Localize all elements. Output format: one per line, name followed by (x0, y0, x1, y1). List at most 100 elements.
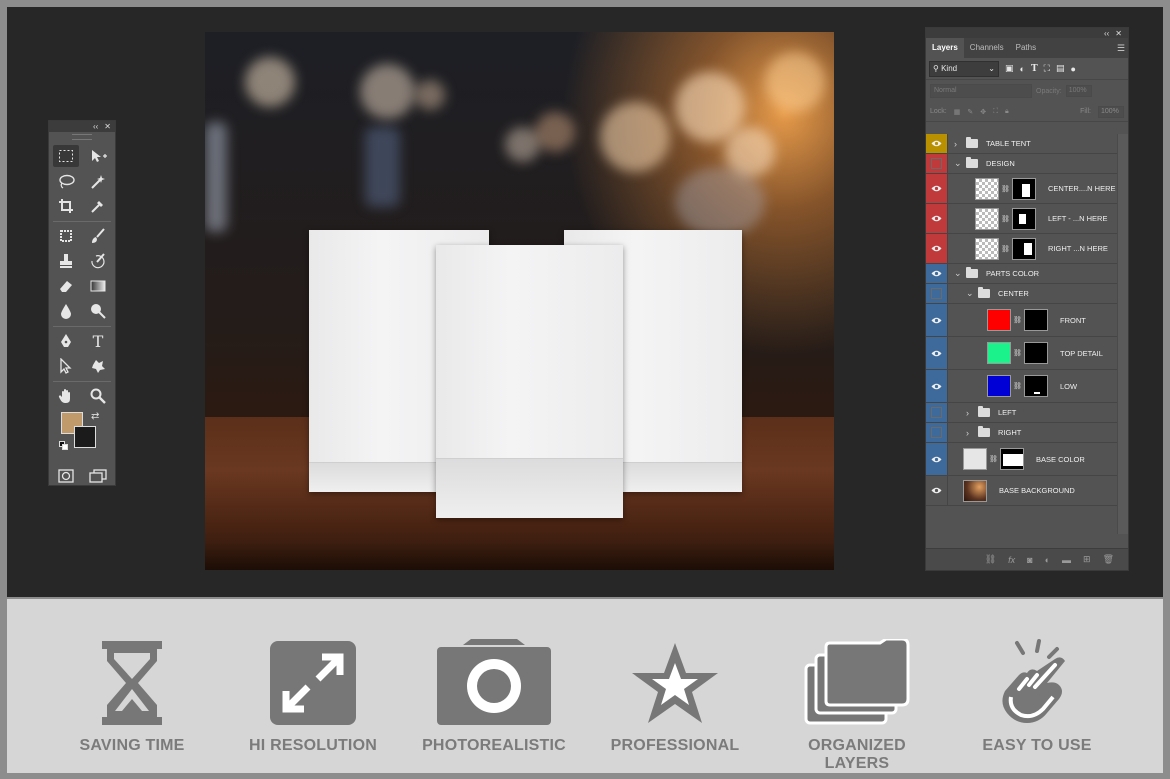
filter-pixel-icon[interactable]: ▣ (1005, 63, 1014, 74)
layer-mask-thumbnail[interactable] (1012, 177, 1036, 200)
background-color-swatch[interactable] (74, 426, 96, 448)
layer-row[interactable]: ⌄ PARTS COLOR (926, 264, 1118, 284)
chevron-right-icon[interactable]: › (954, 139, 964, 149)
dodge-tool-icon[interactable] (85, 300, 111, 322)
filter-kind-select[interactable]: ⚲ Kind ⌄ (929, 60, 999, 77)
visibility-toggle[interactable] (926, 423, 947, 442)
blend-mode-select[interactable]: Normal (930, 84, 1032, 98)
new-layer-icon[interactable]: ⊞ (1083, 554, 1091, 565)
gradient-tool-icon[interactable] (85, 275, 111, 297)
link-icon[interactable]: ⛓ (1001, 245, 1010, 253)
document-canvas[interactable] (205, 32, 834, 570)
link-icon[interactable]: ⛓ (989, 455, 998, 463)
chevron-down-icon[interactable]: ⌄ (954, 158, 964, 169)
filter-smart-object-icon[interactable]: ▤ (1056, 63, 1065, 74)
close-icon[interactable]: ✕ (104, 122, 111, 131)
history-brush-tool-icon[interactable] (85, 250, 111, 272)
magic-wand-tool-icon[interactable] (85, 170, 111, 192)
layer-mask-thumbnail[interactable] (1012, 207, 1036, 230)
eye-icon[interactable] (926, 476, 947, 505)
layer-row[interactable]: BASE BACKGROUND (926, 476, 1118, 506)
delete-layer-icon[interactable]: 🗑︎ (1103, 554, 1114, 565)
lock-transparent-icon[interactable]: ▦ (954, 108, 961, 116)
custom-shape-tool-icon[interactable] (85, 355, 111, 377)
layer-row[interactable]: ⛓ LOW (926, 370, 1118, 403)
chevron-right-icon[interactable]: › (966, 428, 976, 438)
tab-paths[interactable]: Paths (1010, 38, 1042, 58)
eye-icon[interactable] (926, 337, 947, 369)
layer-mask-thumbnail[interactable] (1024, 342, 1048, 364)
link-layers-icon[interactable]: ⛓ (985, 554, 996, 565)
chevron-down-icon[interactable]: ⌄ (966, 288, 976, 299)
link-icon[interactable]: ⛓ (1013, 316, 1022, 324)
tab-channels[interactable]: Channels (964, 38, 1010, 58)
eye-icon[interactable] (926, 264, 947, 283)
lock-position-icon[interactable]: ✥ (980, 108, 986, 116)
layer-row[interactable]: ⛓ BASE COLOR (926, 443, 1118, 476)
clone-stamp-tool-icon[interactable] (53, 250, 79, 272)
layer-row[interactable]: ⛓ TOP DETAIL (926, 337, 1118, 370)
eye-icon[interactable] (926, 443, 947, 475)
layer-mask-thumbnail[interactable] (1024, 309, 1048, 331)
add-mask-icon[interactable]: ◙ (1027, 555, 1032, 565)
swap-colors-icon[interactable]: ⇄ (91, 411, 99, 422)
layer-row[interactable]: ⌄ DESIGN (926, 154, 1118, 174)
pen-tool-icon[interactable] (53, 330, 79, 352)
layer-row[interactable]: ⛓ LEFT - ...N HERE (926, 204, 1118, 234)
layer-row[interactable]: › LEFT (926, 403, 1118, 423)
layer-row[interactable]: ⛓ FRONT (926, 304, 1118, 337)
chevron-down-icon[interactable]: ⌄ (954, 268, 964, 279)
screen-mode-icon[interactable] (85, 465, 111, 487)
collapse-icon[interactable]: ‹‹ (93, 122, 98, 131)
link-icon[interactable]: ⛓ (1013, 349, 1022, 357)
opacity-input[interactable]: 100% (1065, 85, 1092, 97)
lasso-tool-icon[interactable] (53, 170, 79, 192)
close-icon[interactable]: ✕ (1115, 29, 1122, 38)
quick-mask-icon[interactable] (53, 465, 79, 487)
eraser-tool-icon[interactable] (53, 275, 79, 297)
eye-icon[interactable] (926, 204, 947, 233)
panel-menu-icon[interactable]: ☰ (1117, 43, 1125, 54)
brush-tool-icon[interactable] (85, 225, 111, 247)
layers-scrollbar[interactable] (1117, 134, 1128, 534)
link-icon[interactable]: ⛓ (1001, 215, 1010, 223)
eye-icon[interactable] (926, 134, 947, 153)
layer-row[interactable]: ⛓ CENTER....N HERE (926, 174, 1118, 204)
layer-thumbnail[interactable] (975, 207, 999, 230)
layer-row[interactable]: › TABLE TENT (926, 134, 1118, 154)
layer-thumbnail[interactable] (987, 309, 1011, 331)
link-icon[interactable]: ⛓ (1013, 382, 1022, 390)
layer-thumbnail[interactable] (975, 177, 999, 200)
zoom-tool-icon[interactable] (85, 385, 111, 407)
type-tool-icon[interactable]: T (85, 330, 111, 352)
panel-grip[interactable] (72, 134, 92, 140)
visibility-toggle[interactable] (926, 154, 947, 173)
layer-thumbnail[interactable] (963, 479, 987, 502)
lock-all-icon[interactable]: 🔒︎ (1005, 108, 1009, 116)
rectangular-marquee-tool-icon[interactable] (53, 145, 79, 167)
layer-thumbnail[interactable] (987, 342, 1011, 364)
fx-icon[interactable]: fx (1008, 555, 1015, 565)
tab-layers[interactable]: Layers (926, 38, 964, 58)
healing-brush-tool-icon[interactable] (53, 225, 79, 247)
layer-mask-thumbnail[interactable] (1012, 237, 1036, 260)
eye-icon[interactable] (926, 234, 947, 263)
layer-thumbnail[interactable] (963, 448, 987, 470)
filter-shape-icon[interactable]: ⛶ (1044, 63, 1050, 74)
path-selection-tool-icon[interactable] (53, 355, 79, 377)
collapse-icon[interactable]: ‹‹ (1104, 29, 1109, 38)
link-icon[interactable]: ⛓ (1001, 185, 1010, 193)
eyedropper-tool-icon[interactable] (85, 195, 111, 217)
layer-thumbnail[interactable] (987, 375, 1011, 397)
filter-adjustment-icon[interactable]: ◐ (1020, 64, 1025, 74)
layer-mask-thumbnail[interactable] (1000, 448, 1024, 470)
crop-tool-icon[interactable] (53, 195, 79, 217)
default-colors-icon[interactable] (59, 441, 69, 451)
hand-tool-icon[interactable] (53, 385, 79, 407)
eye-icon[interactable] (926, 174, 947, 203)
layer-mask-thumbnail[interactable] (1024, 375, 1048, 397)
chevron-right-icon[interactable]: › (966, 408, 976, 418)
adjustment-layer-icon[interactable]: ◐ (1045, 555, 1050, 565)
layer-row[interactable]: ⛓ RIGHT ...N HERE (926, 234, 1118, 264)
visibility-toggle[interactable] (926, 403, 947, 422)
